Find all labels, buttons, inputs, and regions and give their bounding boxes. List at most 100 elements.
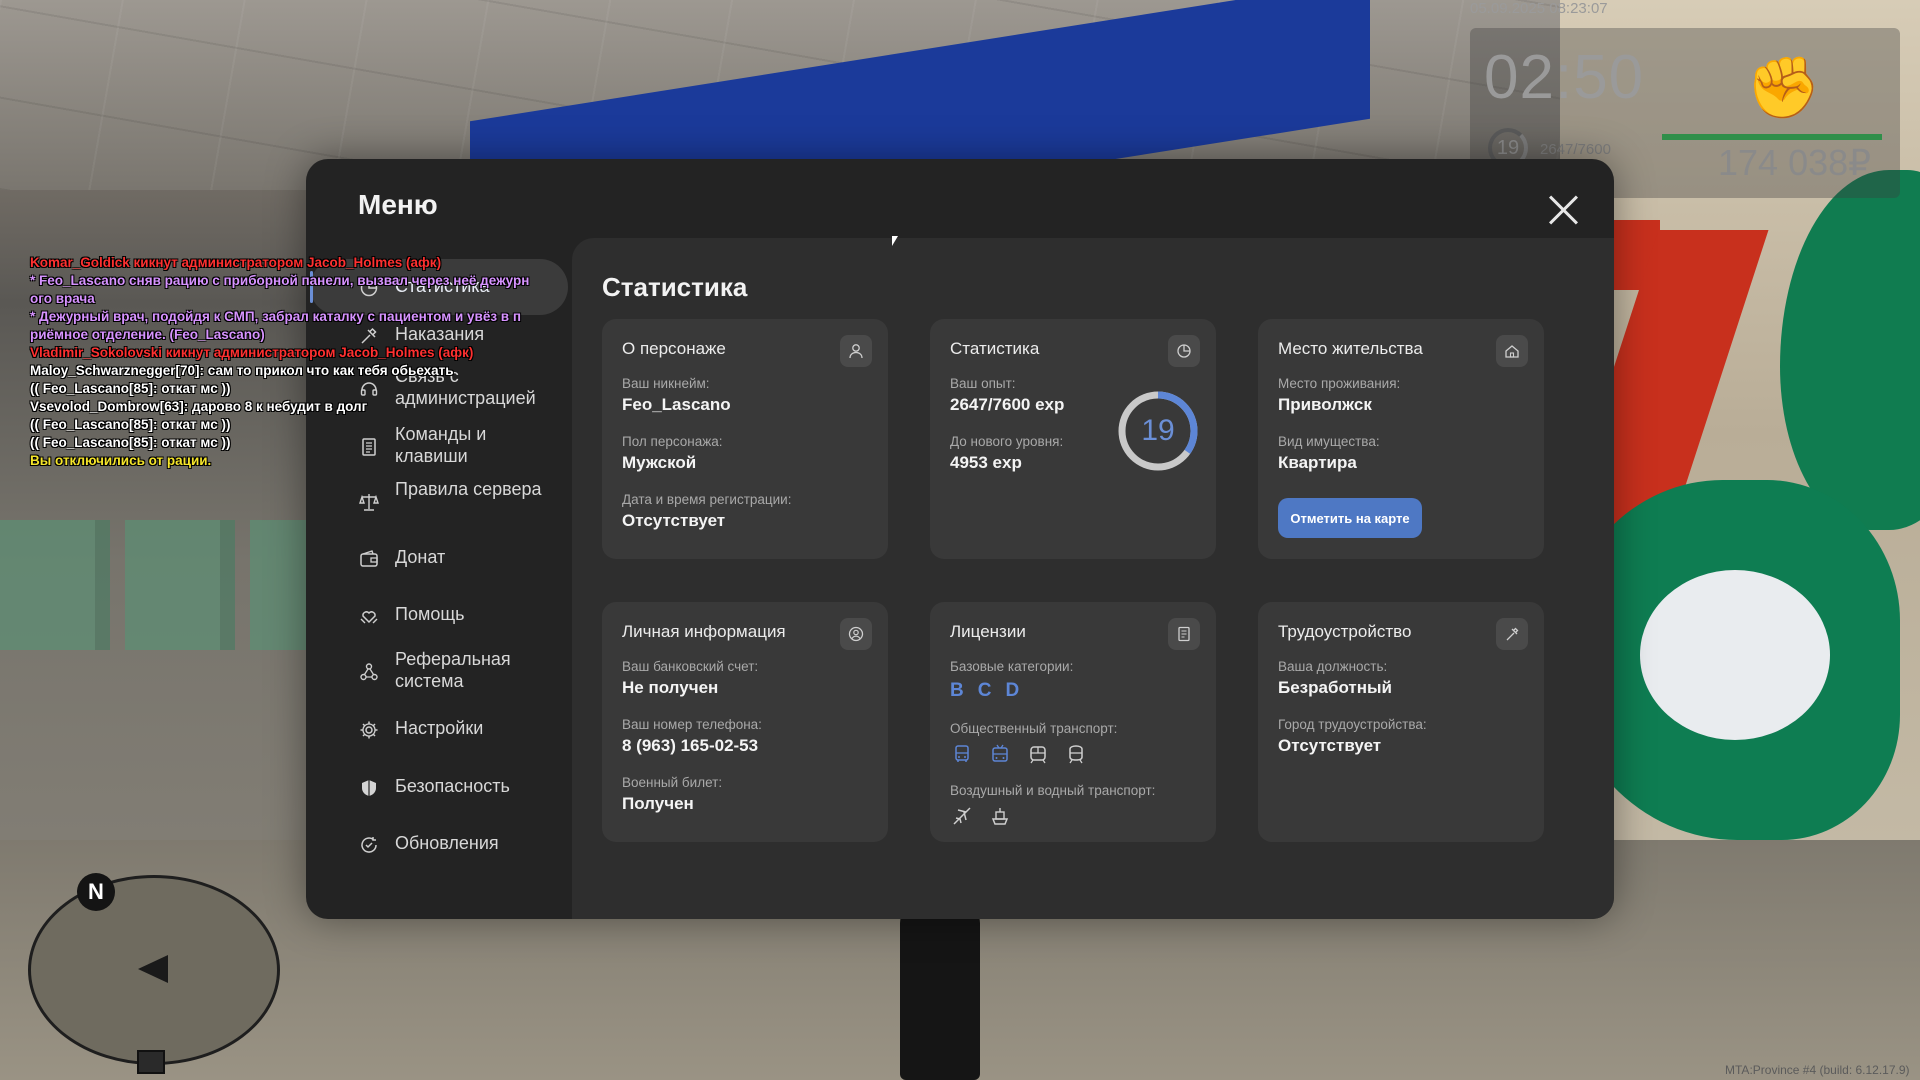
shield-icon [356, 775, 382, 801]
card-title: Трудоустройство [1278, 622, 1412, 641]
sidebar-item-label: Реферальная система [395, 649, 511, 691]
military-value: Получен [622, 794, 694, 813]
next-level-value: 4953 exp [950, 453, 1022, 472]
chat-line: Maloy_Schwarznegger[70]: сам то прикол ч… [30, 363, 454, 378]
menu-title: Меню [358, 189, 438, 220]
registration-label: Дата и время регистрации: [622, 492, 792, 507]
fist-icon: ✊ [1746, 54, 1821, 121]
chat-line: риёмное отделение. (Feo_Lascano) [30, 327, 265, 342]
sidebar-item[interactable]: Безопасность [306, 763, 572, 811]
air-water-transport-icons [948, 802, 1014, 830]
military-label: Военный билет: [622, 775, 723, 790]
position-label: Ваша должность: [1278, 659, 1388, 674]
sidebar-item[interactable]: Правила сервера [306, 477, 572, 525]
pie-chart-icon [1168, 335, 1200, 367]
sidebar-item[interactable]: Донат [306, 534, 572, 582]
metro-train-icon [1062, 740, 1090, 768]
chat-line: (( Feo_Lascano[85]: откат мс )) [30, 381, 231, 396]
hud-exp: 2647/7600 [1540, 141, 1611, 158]
level-number: 19 [1141, 414, 1175, 447]
hammer-icon [1496, 618, 1528, 650]
mark-on-map-button[interactable]: Отметить на карте [1278, 498, 1422, 538]
sidebar-item-label: Настройки [395, 718, 484, 738]
bank-label: Ваш банковский счет: [622, 659, 759, 674]
phone-value: 8 (963) 165-02-53 [622, 736, 759, 755]
card-title: Статистика [950, 339, 1040, 358]
mural-white-spot [1640, 570, 1830, 740]
license-doc-icon [1168, 618, 1200, 650]
category-c: C [977, 680, 992, 701]
public-transport-label: Общественный транспорт: [950, 721, 1118, 736]
chat-line: Vladimir_Sokolovski кикнут администратор… [30, 345, 474, 360]
chat-line: Komar_Goldick кикнут администратором Jac… [30, 255, 442, 270]
card-title: Личная информация [622, 622, 786, 641]
residence-value: Приволжск [1278, 395, 1372, 414]
refresh-check-icon [356, 832, 382, 858]
card-title: Место жительства [1278, 339, 1423, 358]
exp-value: 2647/7600 exp [950, 395, 1065, 414]
minimap-marker-icon [137, 1050, 165, 1074]
card-personal-info: Личная информация Ваш банковский счет: Н… [602, 602, 888, 842]
minimap-north-marker: N [77, 873, 115, 911]
scales-icon [356, 489, 382, 515]
heart-hands-icon [356, 603, 382, 629]
category-b: B [950, 680, 964, 701]
exp-label: Ваш опыт: [950, 376, 1016, 391]
house-icon [1496, 335, 1528, 367]
user-circle-icon [840, 618, 872, 650]
phone-label: Ваш номер телефона: [622, 717, 762, 732]
card-title: О персонаже [622, 339, 726, 358]
property-value: Квартира [1278, 453, 1357, 472]
trolleybus-icon [986, 740, 1014, 768]
airplane-icon [948, 802, 976, 830]
gender-value: Мужской [622, 453, 697, 472]
sidebar-item[interactable]: Настройки [306, 705, 572, 753]
property-label: Вид имущества: [1278, 434, 1380, 449]
chat-line: Vsevolod_Dombrow[63]: дарово 8 к небудит… [30, 399, 368, 414]
sidebar-item[interactable]: Помощь [306, 591, 572, 639]
hud-health-bar [1662, 134, 1882, 140]
content-title: Статистика [602, 272, 748, 302]
public-transport-icons [948, 740, 1090, 768]
ship-icon [986, 802, 1014, 830]
card-residence: Место жительства Место проживания: Приво… [1258, 319, 1544, 559]
player-arrow-icon [138, 955, 168, 983]
chat-line: Вы отключились от рации. [30, 453, 212, 468]
user-icon [840, 335, 872, 367]
mouse-cursor-icon [892, 236, 898, 246]
wallet-icon [356, 546, 382, 572]
work-city-label: Город трудоустройства: [1278, 717, 1427, 732]
card-statistics: Статистика Ваш опыт: 2647/7600 exp До но… [930, 319, 1216, 559]
content-panel: Статистика О персонаже Ваш никнейм: Feo_… [572, 238, 1614, 919]
waiting-seats [0, 520, 330, 650]
chat-log: Komar_Goldick кикнут администратором Jac… [30, 254, 590, 470]
bank-value: Не получен [622, 678, 719, 697]
chat-line: (( Feo_Lascano[85]: откат мс )) [30, 435, 231, 450]
sidebar-item-label: Обновления [395, 833, 499, 853]
nickname-label: Ваш никнейм: [622, 376, 710, 391]
close-icon[interactable] [1546, 193, 1580, 227]
network-icon [356, 659, 382, 685]
build-info: MTA:Province #4 (build: 6.12.17.9) [1725, 1063, 1910, 1077]
nickname-value: Feo_Lascano [622, 395, 731, 414]
hud-money: 174 038₽ [1718, 142, 1872, 183]
chat-line: * Дежурный врач, подойдя к СМП, забрал к… [30, 309, 522, 324]
sidebar-item[interactable]: Обновления [306, 820, 572, 868]
sidebar-item-label: Безопасность [395, 776, 510, 796]
position-value: Безработный [1278, 678, 1392, 697]
hud-time: 02:50 [1484, 43, 1645, 112]
player-character [900, 905, 980, 1080]
card-licenses: Лицензии Базовые категории: B C D Общест… [930, 602, 1216, 842]
base-categories: B C D [950, 680, 1019, 702]
air-water-transport-label: Воздушный и водный транспорт: [950, 783, 1156, 798]
registration-value: Отсутствует [622, 511, 726, 530]
chat-line: (( Feo_Lascano[85]: откат мс )) [30, 417, 231, 432]
card-employment: Трудоустройство Ваша должность: Безработ… [1258, 602, 1544, 842]
card-character: О персонаже Ваш никнейм: Feo_Lascano Пол… [602, 319, 888, 559]
sidebar-item[interactable]: Реферальная система [306, 647, 572, 695]
sidebar-item-label: Помощь [395, 604, 465, 624]
next-level-label: До нового уровня: [950, 434, 1064, 449]
card-title: Лицензии [950, 622, 1026, 641]
residence-label: Место проживания: [1278, 376, 1401, 391]
sidebar-item-label: Донат [395, 547, 446, 567]
